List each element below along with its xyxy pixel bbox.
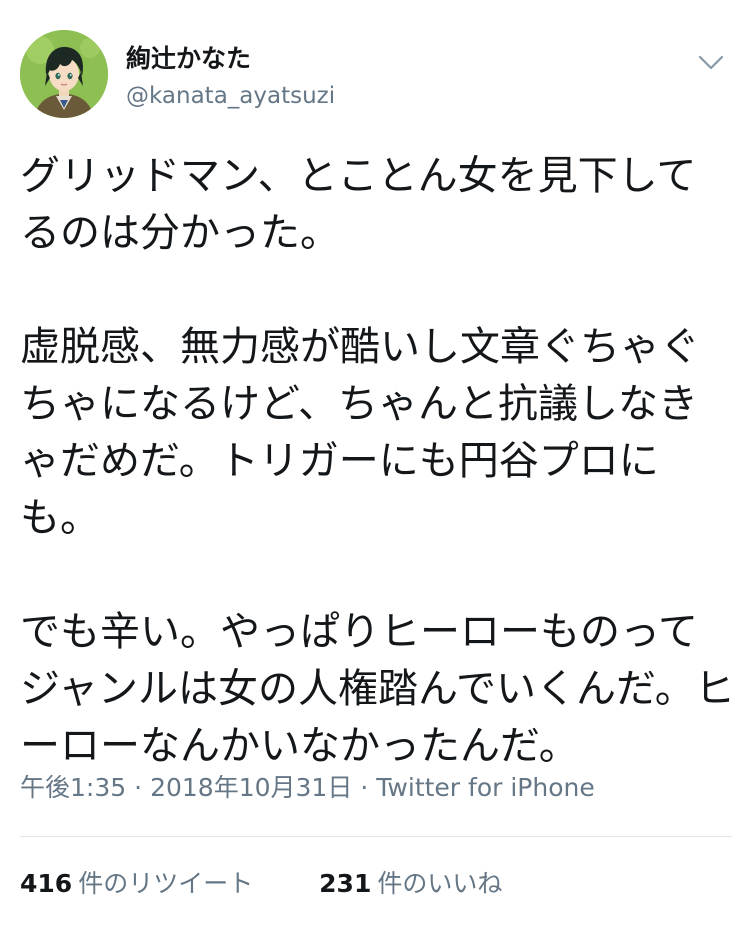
retweets-label: 件のリツイート bbox=[78, 869, 254, 898]
anime-character-avatar-icon bbox=[20, 30, 108, 118]
retweets-count: 416 bbox=[20, 869, 73, 898]
avatar[interactable] bbox=[20, 30, 108, 118]
tweet-time: 午後1:35 bbox=[20, 773, 127, 802]
display-name[interactable]: 絢辻かなた bbox=[126, 44, 251, 74]
meta-separator: · bbox=[360, 773, 369, 802]
likes-count: 231 bbox=[319, 869, 372, 898]
user-handle[interactable]: @kanata_ayatsuzi bbox=[126, 82, 335, 110]
tweet-header: 絢辻かなた @kanata_ayatsuzi bbox=[20, 30, 732, 125]
tweet-stats: 416 件のリツイート 231 件のいいね bbox=[20, 868, 502, 900]
divider bbox=[20, 836, 732, 837]
likes-label: 件のいいね bbox=[377, 869, 503, 898]
tweet-text: グリッドマン、とことん女を見下してるのは分かった。 虚脱感、無力感が酷いし文章ぐ… bbox=[20, 153, 735, 769]
tweet-date: 2018年10月31日 bbox=[150, 773, 353, 802]
likes-stat[interactable]: 231 件のいいね bbox=[319, 868, 502, 900]
tweet-meta: 午後1:35 · 2018年10月31日 · Twitter for iPhone bbox=[20, 772, 595, 804]
tweet-source[interactable]: Twitter for iPhone bbox=[376, 773, 594, 802]
retweets-stat[interactable]: 416 件のリツイート bbox=[20, 868, 253, 900]
chevron-down-icon[interactable] bbox=[696, 50, 726, 74]
meta-separator: · bbox=[134, 773, 143, 802]
